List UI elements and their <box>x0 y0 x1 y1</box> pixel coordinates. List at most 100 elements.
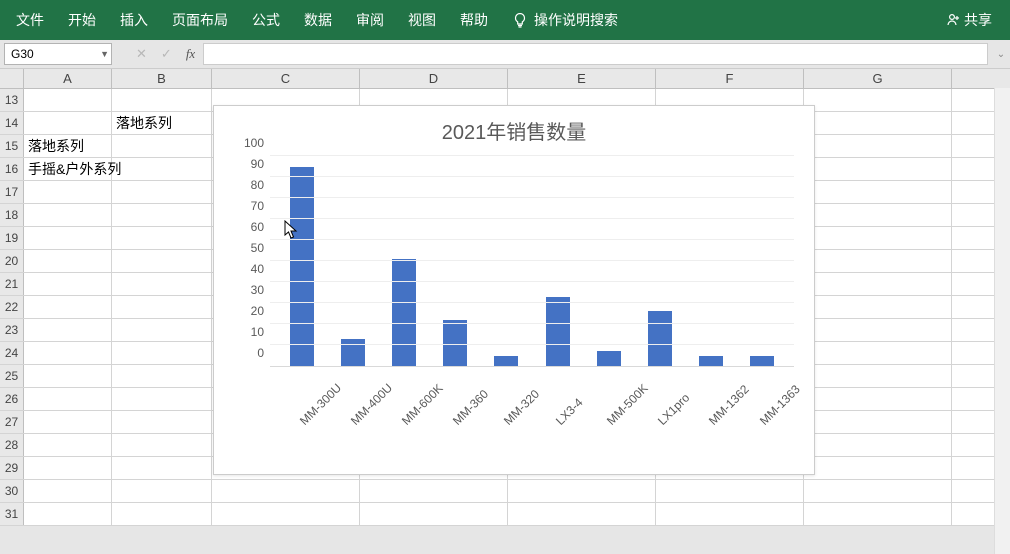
chart-bar[interactable] <box>341 339 365 366</box>
vertical-scrollbar[interactable] <box>994 88 1010 554</box>
expand-formula-bar-button[interactable]: ⌄ <box>992 49 1010 60</box>
cell-C31[interactable] <box>212 503 360 525</box>
enter-formula-button[interactable]: ✓ <box>161 46 172 62</box>
column-header-B[interactable]: B <box>112 69 212 88</box>
cell-A26[interactable] <box>24 388 112 410</box>
row-header-21[interactable]: 21 <box>0 273 24 295</box>
row-header-25[interactable]: 25 <box>0 365 24 387</box>
cell-D31[interactable] <box>360 503 508 525</box>
cell-A14[interactable] <box>24 112 112 134</box>
cell-B16[interactable] <box>112 158 212 180</box>
cell-A16[interactable]: 手摇&户外系列 <box>24 158 112 180</box>
cell-A30[interactable] <box>24 480 112 502</box>
column-header-A[interactable]: A <box>24 69 112 88</box>
cell-B29[interactable] <box>112 457 212 479</box>
cell-G22[interactable] <box>804 296 952 318</box>
cell-G18[interactable] <box>804 204 952 226</box>
cell-G24[interactable] <box>804 342 952 364</box>
cell-A24[interactable] <box>24 342 112 364</box>
row-header-22[interactable]: 22 <box>0 296 24 318</box>
cell-A29[interactable] <box>24 457 112 479</box>
cell-G26[interactable] <box>804 388 952 410</box>
column-header-E[interactable]: E <box>508 69 656 88</box>
cell-A22[interactable] <box>24 296 112 318</box>
chart-bar[interactable] <box>597 351 621 366</box>
cell-A15[interactable]: 落地系列 <box>24 135 112 157</box>
cell-B13[interactable] <box>112 89 212 111</box>
chart-bar[interactable] <box>494 356 518 367</box>
embedded-chart[interactable]: 2021年销售数量 0102030405060708090100 MM-300U… <box>213 105 815 475</box>
cell-B14[interactable]: 落地系列 <box>112 112 212 134</box>
cell-B22[interactable] <box>112 296 212 318</box>
cell-A27[interactable] <box>24 411 112 433</box>
cell-A17[interactable] <box>24 181 112 203</box>
row-header-28[interactable]: 28 <box>0 434 24 456</box>
row-header-23[interactable]: 23 <box>0 319 24 341</box>
ribbon-tab-审阅[interactable]: 审阅 <box>344 0 396 40</box>
column-header-C[interactable]: C <box>212 69 360 88</box>
cell-A18[interactable] <box>24 204 112 226</box>
cell-A19[interactable] <box>24 227 112 249</box>
cell-B19[interactable] <box>112 227 212 249</box>
row-header-13[interactable]: 13 <box>0 89 24 111</box>
cell-B15[interactable] <box>112 135 212 157</box>
cell-E31[interactable] <box>508 503 656 525</box>
formula-input[interactable] <box>203 43 988 65</box>
share-button[interactable]: 共享 <box>932 0 1006 40</box>
cell-G13[interactable] <box>804 89 952 111</box>
cell-B20[interactable] <box>112 250 212 272</box>
ribbon-tab-公式[interactable]: 公式 <box>240 0 292 40</box>
ribbon-tab-帮助[interactable]: 帮助 <box>448 0 500 40</box>
row-header-27[interactable]: 27 <box>0 411 24 433</box>
cell-G15[interactable] <box>804 135 952 157</box>
chart-bar[interactable] <box>648 311 672 366</box>
row-header-31[interactable]: 31 <box>0 503 24 525</box>
row-header-26[interactable]: 26 <box>0 388 24 410</box>
cell-G29[interactable] <box>804 457 952 479</box>
ribbon-tab-插入[interactable]: 插入 <box>108 0 160 40</box>
row-header-24[interactable]: 24 <box>0 342 24 364</box>
cell-G17[interactable] <box>804 181 952 203</box>
row-header-19[interactable]: 19 <box>0 227 24 249</box>
cancel-formula-button[interactable]: ✕ <box>136 46 147 62</box>
cell-B18[interactable] <box>112 204 212 226</box>
ribbon-tab-视图[interactable]: 视图 <box>396 0 448 40</box>
row-header-18[interactable]: 18 <box>0 204 24 226</box>
ribbon-tab-文件[interactable]: 文件 <box>4 0 56 40</box>
cell-A28[interactable] <box>24 434 112 456</box>
column-header-D[interactable]: D <box>360 69 508 88</box>
cell-F31[interactable] <box>656 503 804 525</box>
cell-G30[interactable] <box>804 480 952 502</box>
chart-bar[interactable] <box>699 356 723 367</box>
row-header-17[interactable]: 17 <box>0 181 24 203</box>
cell-G14[interactable] <box>804 112 952 134</box>
insert-function-button[interactable]: fx <box>186 46 195 62</box>
cell-B31[interactable] <box>112 503 212 525</box>
cell-C30[interactable] <box>212 480 360 502</box>
cell-B24[interactable] <box>112 342 212 364</box>
cell-G28[interactable] <box>804 434 952 456</box>
column-header-F[interactable]: F <box>656 69 804 88</box>
row-header-14[interactable]: 14 <box>0 112 24 134</box>
cell-B23[interactable] <box>112 319 212 341</box>
cell-B26[interactable] <box>112 388 212 410</box>
chart-bar[interactable] <box>443 320 467 366</box>
ribbon-tab-页面布局[interactable]: 页面布局 <box>160 0 240 40</box>
cell-G19[interactable] <box>804 227 952 249</box>
row-header-29[interactable]: 29 <box>0 457 24 479</box>
cell-G20[interactable] <box>804 250 952 272</box>
row-header-15[interactable]: 15 <box>0 135 24 157</box>
row-header-20[interactable]: 20 <box>0 250 24 272</box>
cell-G31[interactable] <box>804 503 952 525</box>
cell-E30[interactable] <box>508 480 656 502</box>
chart-bar[interactable] <box>750 356 774 367</box>
chart-bar[interactable] <box>392 259 416 366</box>
cell-A31[interactable] <box>24 503 112 525</box>
cell-G25[interactable] <box>804 365 952 387</box>
column-header-G[interactable]: G <box>804 69 952 88</box>
ribbon-tab-数据[interactable]: 数据 <box>292 0 344 40</box>
cell-A20[interactable] <box>24 250 112 272</box>
row-header-30[interactable]: 30 <box>0 480 24 502</box>
chart-bar[interactable] <box>546 297 570 366</box>
name-box[interactable]: G30 ▼ <box>4 43 112 65</box>
